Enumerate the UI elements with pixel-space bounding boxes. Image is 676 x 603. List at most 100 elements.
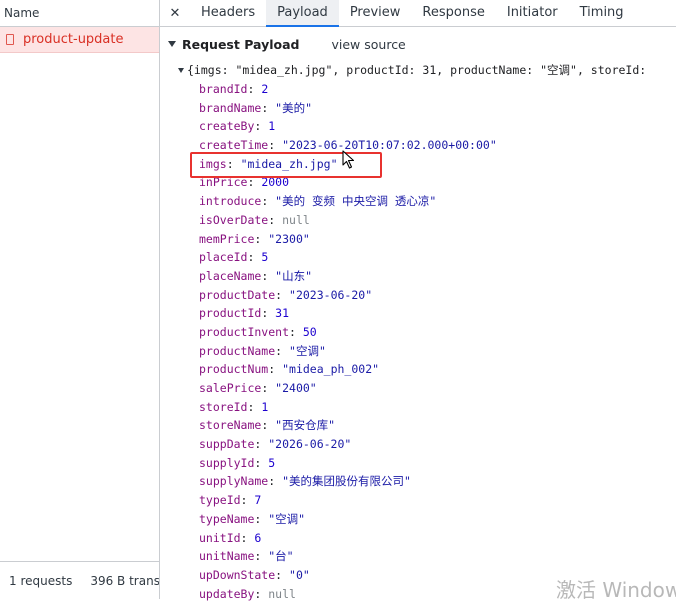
request-payload-header[interactable]: Request Payload view source <box>168 27 676 61</box>
payload-property-row[interactable]: unitId: 6 <box>199 529 676 548</box>
property-key: productNum <box>199 362 269 377</box>
payload-property-row[interactable]: suppDate: "2026-06-20" <box>199 435 676 454</box>
property-key: productId <box>199 306 262 321</box>
details-panel: ✕ Headers Payload Preview Response Initi… <box>160 0 676 601</box>
payload-property-row[interactable]: productDate: "2023-06-20" <box>199 286 676 305</box>
property-key: storeName <box>199 418 262 433</box>
property-value: 1 <box>261 399 269 414</box>
property-value: "空调" <box>289 343 326 358</box>
tab-response[interactable]: Response <box>411 0 495 26</box>
payload-property-row[interactable]: typeName: "空调" <box>199 510 676 529</box>
mouse-cursor-icon <box>342 150 355 169</box>
property-value: "2300" <box>268 231 310 246</box>
tab-initiator[interactable]: Initiator <box>496 0 569 26</box>
payload-property-row[interactable]: createBy: 1 <box>199 117 676 136</box>
property-value: null <box>268 586 296 601</box>
property-key: brandName <box>199 100 262 115</box>
payload-property-row[interactable]: placeName: "山东" <box>199 267 676 286</box>
name-column-header[interactable]: Name <box>0 0 159 27</box>
property-key: typeId <box>199 493 241 508</box>
request-name: product-update <box>23 32 124 47</box>
property-value: 1 <box>268 119 276 134</box>
property-key: suppDate <box>199 437 255 452</box>
document-icon <box>6 34 14 45</box>
payload-property-row[interactable]: introduce: "美的 变频 中央空调 透心凉" <box>199 192 676 211</box>
property-key: unitName <box>199 549 255 564</box>
property-key: isOverDate <box>199 212 269 227</box>
request-count: 1 requests <box>9 573 73 588</box>
payload-property-row[interactable]: placeId: 5 <box>199 248 676 267</box>
payload-property-row[interactable]: productId: 31 <box>199 304 676 323</box>
details-tabbar: ✕ Headers Payload Preview Response Initi… <box>160 0 676 27</box>
payload-property-row[interactable]: memPrice: "2300" <box>199 230 676 249</box>
payload-property-row[interactable]: supplyId: 5 <box>199 454 676 473</box>
payload-object-summary[interactable]: {imgs: "midea_zh.jpg", productId: 31, pr… <box>168 61 676 80</box>
section-title: Request Payload <box>182 36 300 52</box>
summary-text: {imgs: "midea_zh.jpg", productId: 31, pr… <box>187 63 647 77</box>
property-value: 50 <box>302 324 317 339</box>
property-value: "空调" <box>268 511 306 526</box>
status-bar: 1 requests 396 B transf <box>0 561 159 599</box>
property-key: productDate <box>199 287 276 302</box>
property-value: "美的 变频 中央空调 透心凉" <box>275 194 437 209</box>
payload-property-row[interactable]: brandId: 2 <box>199 80 676 99</box>
request-row-product-update[interactable]: product-update <box>0 27 159 53</box>
property-key: typeName <box>199 511 255 526</box>
property-value: "2023-06-20" <box>289 287 373 302</box>
property-key: createBy <box>199 119 255 134</box>
tab-timing[interactable]: Timing <box>569 0 635 26</box>
property-key: storeId <box>199 399 248 414</box>
triangle-down-icon[interactable] <box>178 68 184 73</box>
property-key: unitId <box>199 530 241 545</box>
payload-property-row[interactable]: productNum: "midea_ph_002" <box>199 360 676 379</box>
tab-headers[interactable]: Headers <box>190 0 266 26</box>
transferred-size: 396 B transf <box>90 573 159 588</box>
property-value: "美的" <box>275 100 313 115</box>
property-key: productInvent <box>199 324 290 339</box>
property-value: 5 <box>261 250 269 265</box>
payload-property-row[interactable]: supplyName: "美的集团股份有限公司" <box>199 472 676 491</box>
view-source-link[interactable]: view source <box>331 37 405 52</box>
payload-property-row[interactable]: productInvent: 50 <box>199 323 676 342</box>
triangle-down-icon[interactable] <box>168 41 176 47</box>
property-value: "midea_ph_002" <box>282 362 380 377</box>
property-key: productName <box>199 343 276 358</box>
payload-property-row[interactable]: typeId: 7 <box>199 491 676 510</box>
property-key: brandId <box>199 82 248 96</box>
property-key: memPrice <box>199 231 255 246</box>
payload-property-row[interactable]: storeName: "西安仓库" <box>199 416 676 435</box>
property-key: introduce <box>199 194 262 209</box>
payload-property-row[interactable]: brandName: "美的" <box>199 99 676 118</box>
property-key: supplyId <box>199 455 255 470</box>
payload-property-row[interactable]: isOverDate: null <box>199 211 676 230</box>
tab-preview[interactable]: Preview <box>339 0 412 26</box>
property-value: "台" <box>268 549 294 564</box>
property-key: supplyName <box>199 474 269 489</box>
payload-section: Request Payload view source {imgs: "mide… <box>160 27 676 603</box>
payload-property-row[interactable]: productName: "空调" <box>199 342 676 361</box>
property-value: 5 <box>268 455 276 470</box>
property-value: "西安仓库" <box>275 418 336 433</box>
close-icon[interactable]: ✕ <box>160 0 190 26</box>
payload-property-row[interactable]: storeId: 1 <box>199 398 676 417</box>
request-list-panel: Name product-update 1 requests 396 B tra… <box>0 0 160 599</box>
payload-property-row[interactable]: unitName: "台" <box>199 547 676 566</box>
property-value: 31 <box>275 306 290 321</box>
property-key: updateBy <box>199 586 255 601</box>
property-value: "美的集团股份有限公司" <box>282 474 411 489</box>
property-key: createTime <box>199 138 269 153</box>
property-value: 2 <box>261 82 269 96</box>
property-key: upDownState <box>199 567 276 582</box>
property-value: "2026-06-20" <box>268 437 352 452</box>
property-value: "2400" <box>275 381 317 395</box>
property-key: salePrice <box>199 381 262 395</box>
property-value: "2023-06-20T10:07:02.000+00:00" <box>282 138 497 153</box>
property-value: null <box>282 212 310 227</box>
tab-payload[interactable]: Payload <box>266 0 339 27</box>
property-key: placeName <box>199 268 262 283</box>
property-value: "0" <box>289 567 310 582</box>
property-value: 7 <box>254 493 262 508</box>
property-value: 6 <box>254 530 262 545</box>
property-key: placeId <box>199 250 248 265</box>
payload-property-row[interactable]: salePrice: "2400" <box>199 379 676 398</box>
